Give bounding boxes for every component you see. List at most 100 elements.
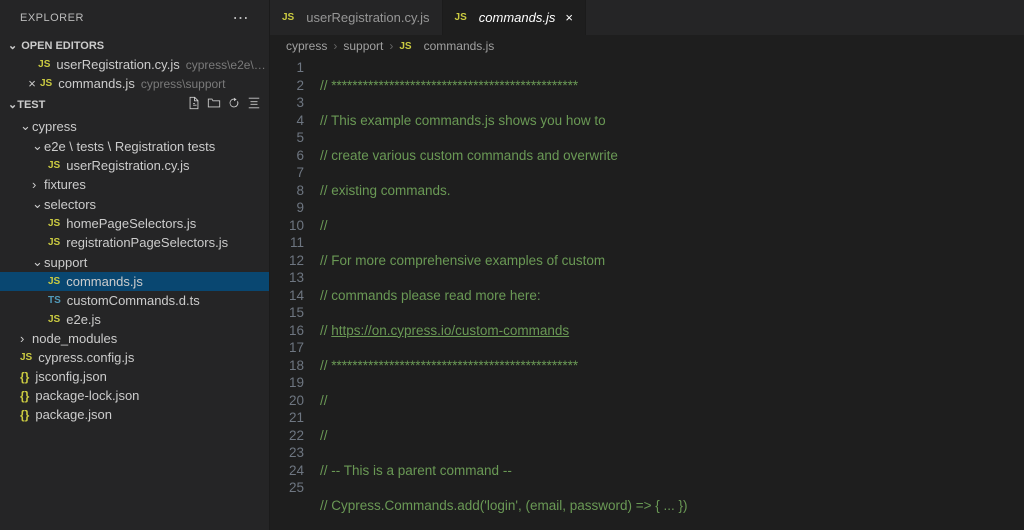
tree-folder-fixtures[interactable]: › fixtures <box>0 175 269 194</box>
tree-file[interactable]: JS homePageSelectors.js <box>0 214 269 233</box>
code-line: // For more comprehensive examples of cu… <box>320 252 1024 270</box>
explorer-header: EXPLORER ⋯ <box>0 0 269 36</box>
collapse-icon[interactable] <box>247 96 261 113</box>
open-editors-section[interactable]: ⌄ OPEN EDITORS <box>0 36 269 55</box>
tree-label: support <box>44 255 87 270</box>
breadcrumb-segment[interactable]: support <box>343 39 383 53</box>
tree-label: commands.js <box>66 274 143 289</box>
tree-label: node_modules <box>32 331 117 346</box>
link[interactable]: https://on.cypress.io/custom-commands <box>331 323 569 338</box>
code-line: // *************************************… <box>320 357 1024 375</box>
js-icon: JS <box>48 160 60 171</box>
close-icon[interactable]: × <box>24 76 40 91</box>
code-line: // <box>320 427 1024 445</box>
tree-file[interactable]: {} jsconfig.json <box>0 367 269 386</box>
tree-label: e2e.js <box>66 312 101 327</box>
js-icon: JS <box>38 59 50 70</box>
tree-label: jsconfig.json <box>35 369 107 384</box>
tree-label: homePageSelectors.js <box>66 216 196 231</box>
open-editor-item[interactable]: JS userRegistration.cy.js cypress\e2e\te… <box>0 55 269 74</box>
open-editor-name: commands.js <box>58 76 135 91</box>
tree-label: cypress.config.js <box>38 350 134 365</box>
test-section[interactable]: ⌄ TEST <box>0 93 269 116</box>
more-icon[interactable]: ⋯ <box>233 8 250 28</box>
chevron-down-icon: ⌄ <box>32 254 44 270</box>
code-line: // <box>320 217 1024 235</box>
breadcrumb[interactable]: cypress › support › JS commands.js <box>270 35 1024 57</box>
tree-file-userreg[interactable]: JS userRegistration.cy.js <box>0 156 269 175</box>
tree-label: cypress <box>32 119 77 134</box>
code-line: // commands please read more here: <box>320 287 1024 305</box>
tree-label: selectors <box>44 197 96 212</box>
js-icon: JS <box>48 276 60 287</box>
tree-label: package-lock.json <box>35 388 139 403</box>
line-numbers: 1234567891011121314151617181920212223242… <box>270 57 320 530</box>
tree-file[interactable]: {} package.json <box>0 405 269 424</box>
sidebar: EXPLORER ⋯ ⌄ OPEN EDITORS JS userRegistr… <box>0 0 270 530</box>
chevron-down-icon: ⌄ <box>8 39 17 52</box>
code-line: // <box>320 392 1024 410</box>
code-line: // *************************************… <box>320 77 1024 95</box>
json-icon: {} <box>20 370 29 384</box>
breadcrumb-segment[interactable]: cypress <box>286 39 327 53</box>
explorer-title: EXPLORER <box>20 12 84 24</box>
tree-folder-support[interactable]: ⌄ support <box>0 252 269 272</box>
code-content[interactable]: // *************************************… <box>320 57 1024 530</box>
open-editor-item[interactable]: × JS commands.js cypress\support <box>0 74 269 93</box>
open-editor-path: cypress\e2e\tes... <box>186 58 269 72</box>
js-icon: JS <box>48 237 60 248</box>
tree-file[interactable]: TS customCommands.d.ts <box>0 291 269 310</box>
test-label: TEST <box>17 99 45 111</box>
chevron-right-icon: › <box>389 39 393 53</box>
tree-file-commands[interactable]: JS commands.js <box>0 272 269 291</box>
js-icon: JS <box>20 352 32 363</box>
chevron-right-icon: › <box>32 177 44 192</box>
tree-folder-cypress[interactable]: ⌄ cypress <box>0 116 269 136</box>
tree-file[interactable]: JS cypress.config.js <box>0 348 269 367</box>
breadcrumb-segment[interactable]: commands.js <box>424 39 495 53</box>
refresh-icon[interactable] <box>227 96 241 113</box>
tab-label: commands.js <box>479 10 556 25</box>
tree-folder-nodemodules[interactable]: › node_modules <box>0 329 269 348</box>
tab-commands[interactable]: JS commands.js × <box>443 0 586 35</box>
new-file-icon[interactable] <box>187 96 201 113</box>
code-line: // This example commands.js shows you ho… <box>320 112 1024 130</box>
chevron-down-icon: ⌄ <box>8 98 17 111</box>
tab-bar: JS userRegistration.cy.js JS commands.js… <box>270 0 1024 35</box>
code-editor[interactable]: 1234567891011121314151617181920212223242… <box>270 57 1024 530</box>
code-line: // create various custom commands and ov… <box>320 147 1024 165</box>
js-icon: JS <box>48 314 60 325</box>
tree-file[interactable]: {} package-lock.json <box>0 386 269 405</box>
open-editor-name: userRegistration.cy.js <box>56 57 179 72</box>
close-icon[interactable]: × <box>565 10 573 25</box>
tree-file[interactable]: JS e2e.js <box>0 310 269 329</box>
ts-icon: TS <box>48 295 61 306</box>
tree-label: e2e \ tests \ Registration tests <box>44 139 215 154</box>
tree-label: package.json <box>35 407 112 422</box>
chevron-down-icon: ⌄ <box>32 196 44 212</box>
new-folder-icon[interactable] <box>207 96 221 113</box>
tree-label: userRegistration.cy.js <box>66 158 189 173</box>
chevron-right-icon: › <box>333 39 337 53</box>
tree-label: fixtures <box>44 177 86 192</box>
open-editor-path: cypress\support <box>141 77 226 91</box>
js-icon: JS <box>399 41 411 52</box>
js-icon: JS <box>455 12 467 23</box>
tree-label: customCommands.d.ts <box>67 293 200 308</box>
main-area: JS userRegistration.cy.js JS commands.js… <box>270 0 1024 530</box>
code-line: // https://on.cypress.io/custom-commands <box>320 322 1024 340</box>
tab-userregistration[interactable]: JS userRegistration.cy.js <box>270 0 443 35</box>
tree-file[interactable]: JS registrationPageSelectors.js <box>0 233 269 252</box>
js-icon: JS <box>40 78 52 89</box>
chevron-down-icon: ⌄ <box>32 138 44 154</box>
chevron-right-icon: › <box>20 331 32 346</box>
code-line: // -- This is a parent command -- <box>320 462 1024 480</box>
tree-folder-e2e[interactable]: ⌄ e2e \ tests \ Registration tests <box>0 136 269 156</box>
tree-folder-selectors[interactable]: ⌄ selectors <box>0 194 269 214</box>
json-icon: {} <box>20 408 29 422</box>
code-line: // Cypress.Commands.add('login', (email,… <box>320 497 1024 515</box>
tree-actions <box>187 96 261 113</box>
tree-label: registrationPageSelectors.js <box>66 235 228 250</box>
json-icon: {} <box>20 389 29 403</box>
js-icon: JS <box>48 218 60 229</box>
